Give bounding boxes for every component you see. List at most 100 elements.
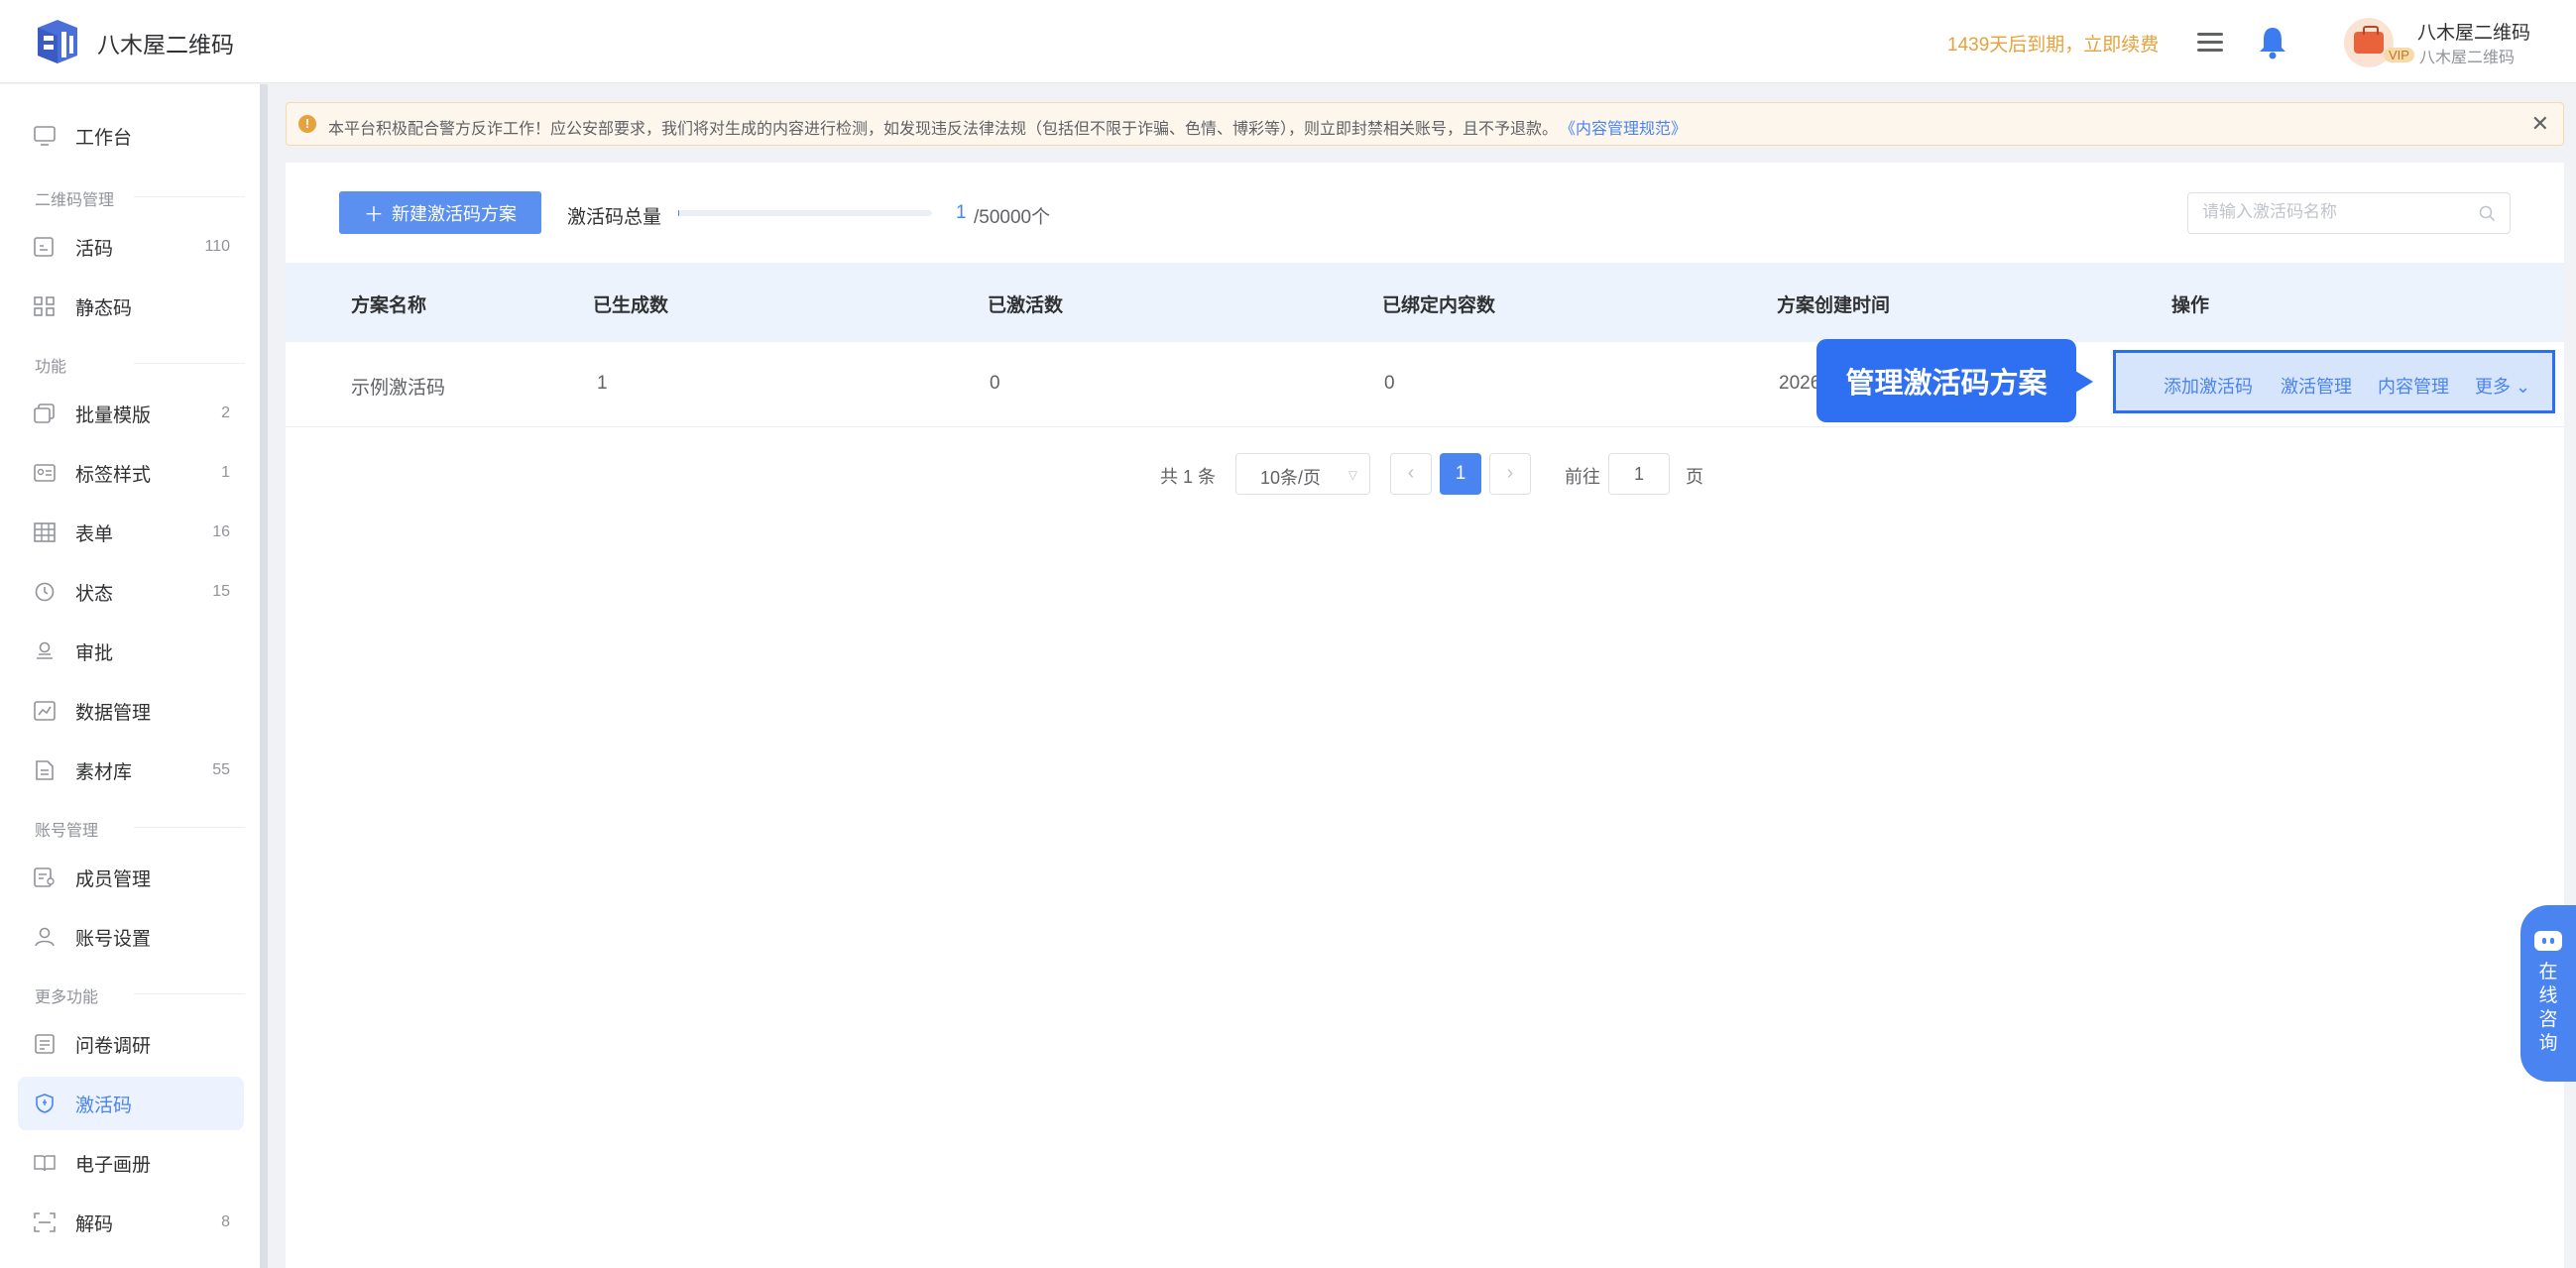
shield-icon bbox=[36, 1094, 54, 1113]
plus-icon: ＋ bbox=[364, 204, 384, 226]
section-title-qr: 二维码管理 bbox=[35, 186, 246, 210]
next-page-button[interactable]: › bbox=[1489, 453, 1531, 495]
column-header: 已绑定内容数 bbox=[1382, 295, 1496, 316]
search-input[interactable] bbox=[2202, 202, 2460, 222]
chat-bot-icon bbox=[2534, 931, 2562, 951]
sidebar-item-survey[interactable]: 问卷调研 bbox=[18, 1017, 244, 1071]
monitor-icon bbox=[34, 126, 56, 146]
column-header: 方案名称 bbox=[351, 295, 427, 316]
sidebar-item-static-code[interactable]: 静态码 bbox=[18, 280, 244, 333]
page-size-select[interactable]: 10条/页 ▽ bbox=[1235, 453, 1370, 495]
online-consult-button[interactable]: 在线咨询 bbox=[2520, 905, 2576, 1082]
sidebar-item-ebook[interactable]: 电子画册 bbox=[18, 1136, 244, 1190]
chevron-right-icon: › bbox=[1506, 462, 1514, 484]
notice-message: 本平台积极配合警方反诈工作！应公安部要求，我们将对生成的内容进行检测，如发现违反… bbox=[328, 121, 1559, 138]
sidebar-item-count: 2 bbox=[221, 404, 230, 421]
tooltip-callout: 管理激活码方案 bbox=[1816, 339, 2093, 422]
sidebar-item-members[interactable]: 成员管理 bbox=[18, 851, 244, 904]
section-title-account: 账号管理 bbox=[35, 817, 246, 841]
pagination-total: 共 1 条 bbox=[1160, 467, 1217, 487]
sidebar-item-label: 审批 bbox=[75, 642, 114, 664]
clock-icon bbox=[35, 582, 55, 602]
sidebar-item-label: 标签样式 bbox=[75, 464, 152, 486]
table-header: 方案名称 已生成数 已激活数 已绑定内容数 方案创建时间 操作 bbox=[286, 263, 2564, 342]
menu-icon[interactable] bbox=[2197, 30, 2223, 54]
member-list-icon bbox=[34, 867, 55, 887]
more-label: 更多 bbox=[2475, 377, 2511, 397]
goto-page-input[interactable] bbox=[1608, 453, 1670, 495]
search-box bbox=[2187, 192, 2511, 234]
total-label: 激活码总量 bbox=[567, 207, 662, 228]
bell-icon[interactable] bbox=[2257, 24, 2288, 59]
sidebar-item-live-code[interactable]: 活码 110 bbox=[18, 220, 244, 274]
sidebar-item-label: 活码 bbox=[75, 238, 114, 260]
sidebar-item-batch-template[interactable]: 批量模版 2 bbox=[18, 387, 244, 440]
column-header: 已生成数 bbox=[593, 295, 669, 316]
scan-icon bbox=[34, 1212, 56, 1232]
user-name[interactable]: 八木屋二维码 bbox=[2417, 18, 2530, 45]
chevron-left-icon: ‹ bbox=[1407, 462, 1415, 484]
consult-label: 在线咨询 bbox=[2538, 962, 2558, 1054]
notice-banner: ! 本平台积极配合警方反诈工作！应公安部要求，我们将对生成的内容进行检测，如发现… bbox=[286, 102, 2564, 146]
sidebar-item-activation-code[interactable]: 激活码 bbox=[18, 1077, 244, 1130]
sidebar-item-count: 1 bbox=[221, 464, 230, 481]
sidebar-item-dashboard[interactable]: 工作台 bbox=[18, 109, 244, 163]
sidebar-item-account-settings[interactable]: 账号设置 bbox=[18, 910, 244, 964]
book-icon bbox=[34, 1155, 56, 1172]
total-used: 1 bbox=[956, 202, 967, 223]
sidebar-item-data-mgmt[interactable]: 数据管理 bbox=[18, 684, 244, 738]
chevron-down-icon: ⌄ bbox=[2516, 377, 2531, 397]
close-icon[interactable]: ✕ bbox=[2531, 111, 2549, 137]
sidebar-item-label: 批量模版 bbox=[75, 404, 152, 426]
sidebar-item-label: 电子画册 bbox=[75, 1154, 152, 1176]
app-logo-icon[interactable] bbox=[30, 14, 85, 69]
sidebar-item-material[interactable]: 素材库 55 bbox=[18, 744, 244, 797]
section-title-more: 更多功能 bbox=[35, 983, 246, 1007]
prev-page-button[interactable]: ‹ bbox=[1390, 453, 1432, 495]
sidebar-item-label: 工作台 bbox=[75, 127, 133, 149]
renew-link[interactable]: 1439天后到期，立即续费 bbox=[1947, 30, 2159, 57]
sidebar-item-count: 55 bbox=[212, 761, 230, 778]
column-header: 操作 bbox=[2171, 295, 2210, 316]
total-max: /50000个 bbox=[974, 207, 1051, 228]
main-panel: ＋ 新建激活码方案 激活码总量 1 /50000个 方案名称 已生成数 已激活数 … bbox=[286, 163, 2564, 1268]
document-icon bbox=[36, 760, 54, 780]
chart-icon bbox=[34, 701, 56, 721]
page-unit: 页 bbox=[1686, 467, 1703, 487]
activation-manage-link[interactable]: 激活管理 bbox=[2281, 373, 2352, 399]
live-code-icon bbox=[34, 237, 54, 257]
sidebar-item-count: 8 bbox=[221, 1213, 230, 1230]
page-number-current[interactable]: 1 bbox=[1440, 453, 1481, 495]
sidebar-item-decode[interactable]: 解码 8 bbox=[18, 1196, 244, 1249]
id-card-icon bbox=[34, 464, 56, 482]
cell-bound: 0 bbox=[1384, 373, 1395, 394]
sidebar-item-form[interactable]: 表单 16 bbox=[18, 506, 244, 559]
sidebar-item-label: 激活码 bbox=[75, 1095, 133, 1116]
sidebar-item-label: 状态 bbox=[75, 583, 114, 605]
top-header: 八木屋二维码 1439天后到期，立即续费 VIP 八木屋二维码 八木屋二维码 bbox=[0, 0, 2576, 83]
sidebar-item-label: 问卷调研 bbox=[75, 1035, 152, 1057]
content-policy-link[interactable]: 《内容管理规范》 bbox=[1568, 121, 1687, 138]
sidebar-item-count: 15 bbox=[212, 583, 230, 600]
survey-icon bbox=[35, 1034, 55, 1054]
search-icon[interactable] bbox=[2479, 205, 2496, 222]
sidebar-scrollbar[interactable] bbox=[260, 84, 268, 1268]
warning-icon: ! bbox=[298, 115, 316, 133]
sidebar-item-approval[interactable]: 审批 bbox=[18, 625, 244, 678]
qr-grid-icon bbox=[34, 296, 55, 316]
content-manage-link[interactable]: 内容管理 bbox=[2378, 373, 2449, 399]
total-progress-bar bbox=[678, 210, 932, 216]
sidebar-item-label: 账号设置 bbox=[75, 928, 152, 950]
more-dropdown[interactable]: 更多 ⌄ bbox=[2475, 373, 2530, 399]
sidebar-item-label: 解码 bbox=[75, 1213, 114, 1235]
sidebar-item-label: 素材库 bbox=[75, 761, 133, 783]
new-button-label: 新建激活码方案 bbox=[392, 203, 517, 224]
new-activation-plan-button[interactable]: ＋ 新建激活码方案 bbox=[339, 191, 541, 234]
sidebar-item-label-style[interactable]: 标签样式 1 bbox=[18, 446, 244, 500]
sidebar-item-label: 静态码 bbox=[75, 297, 133, 319]
sidebar-item-status[interactable]: 状态 15 bbox=[18, 565, 244, 619]
add-activation-code-link[interactable]: 添加激活码 bbox=[2164, 373, 2253, 399]
table-icon bbox=[34, 522, 56, 542]
sidebar-item-count: 110 bbox=[204, 238, 230, 255]
copy-icon bbox=[34, 403, 55, 423]
